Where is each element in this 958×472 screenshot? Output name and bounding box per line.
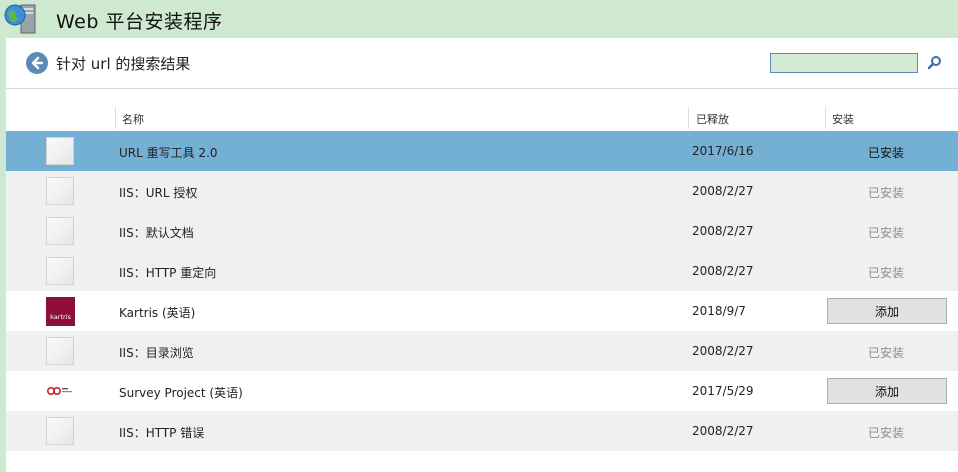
release-date: 2008/2/27 <box>692 184 754 198</box>
search-input[interactable] <box>770 53 918 73</box>
install-status: 已安装 <box>868 186 905 200</box>
install-status: 已安装 <box>868 146 905 160</box>
column-header-released[interactable]: 已释放 <box>696 111 729 127</box>
add-button[interactable]: 添加 <box>827 298 947 324</box>
release-date: 2008/2/27 <box>692 344 754 358</box>
install-status: 已安装 <box>868 226 905 240</box>
page-title: 针对 url 的搜索结果 <box>56 55 191 73</box>
table-row[interactable]: Survey Project (英语) 2017/5/29 添加 <box>6 371 958 411</box>
table-row[interactable]: IIS：HTTP 错误 2008/2/27 已安装 <box>6 411 958 451</box>
column-divider[interactable] <box>115 107 116 129</box>
placeholder-icon <box>46 417 74 445</box>
window-title: Web 平台安装程序 <box>56 11 223 33</box>
release-date: 2017/6/16 <box>692 144 754 158</box>
main-content: 针对 url 的搜索结果 名称 已释放 安装 URL 重写工具 2.0 2017… <box>6 38 958 472</box>
back-button[interactable] <box>26 52 48 74</box>
placeholder-icon <box>46 217 74 245</box>
product-name: URL 重写工具 2.0 <box>119 146 218 160</box>
table-row[interactable]: IIS：默认文档 2008/2/27 已安装 <box>6 211 958 251</box>
release-date: 2008/2/27 <box>692 224 754 238</box>
column-divider[interactable] <box>825 107 826 129</box>
install-status: 已安装 <box>868 426 905 440</box>
column-header-install[interactable]: 安装 <box>832 111 854 127</box>
product-name: IIS：目录浏览 <box>119 346 194 360</box>
placeholder-icon <box>46 177 74 205</box>
column-header-name[interactable]: 名称 <box>122 111 144 127</box>
placeholder-icon <box>46 137 74 165</box>
title-bar: Web 平台安装程序 <box>0 0 958 38</box>
table-row[interactable]: IIS：HTTP 重定向 2008/2/27 已安装 <box>6 251 958 291</box>
release-date: 2018/9/7 <box>692 304 746 318</box>
column-divider[interactable] <box>688 107 689 129</box>
kartris-logo-icon: kartris <box>46 297 75 326</box>
product-name: IIS：HTTP 重定向 <box>119 266 217 280</box>
placeholder-icon <box>46 257 74 285</box>
back-arrow-icon <box>31 56 44 70</box>
release-date: 2008/2/27 <box>692 264 754 278</box>
table-row[interactable]: URL 重写工具 2.0 2017/6/16 已安装 <box>6 131 958 171</box>
column-header-row: 名称 已释放 安装 <box>6 105 958 129</box>
add-button[interactable]: 添加 <box>827 378 947 404</box>
install-status: 已安装 <box>868 266 905 280</box>
product-name: IIS：URL 授权 <box>119 186 198 200</box>
placeholder-icon <box>46 337 74 365</box>
table-row[interactable]: IIS：URL 授权 2008/2/27 已安装 <box>6 171 958 211</box>
survey-project-logo-icon <box>46 386 72 396</box>
search-icon <box>927 56 941 70</box>
product-name: IIS：HTTP 错误 <box>119 426 205 440</box>
install-status: 已安装 <box>868 346 905 360</box>
table-row[interactable]: IIS：目录浏览 2008/2/27 已安装 <box>6 331 958 371</box>
product-name: Survey Project (英语) <box>119 386 243 400</box>
search-header: 针对 url 的搜索结果 <box>6 38 958 89</box>
search-button[interactable] <box>926 54 944 72</box>
release-date: 2017/5/29 <box>692 384 754 398</box>
product-name: Kartris (英语) <box>119 306 196 320</box>
kartris-logo-text: kartris <box>50 313 71 321</box>
web-platform-installer-icon <box>4 4 36 34</box>
release-date: 2008/2/27 <box>692 424 754 438</box>
table-row[interactable]: kartris Kartris (英语) 2018/9/7 添加 <box>6 291 958 331</box>
product-name: IIS：默认文档 <box>119 226 194 240</box>
